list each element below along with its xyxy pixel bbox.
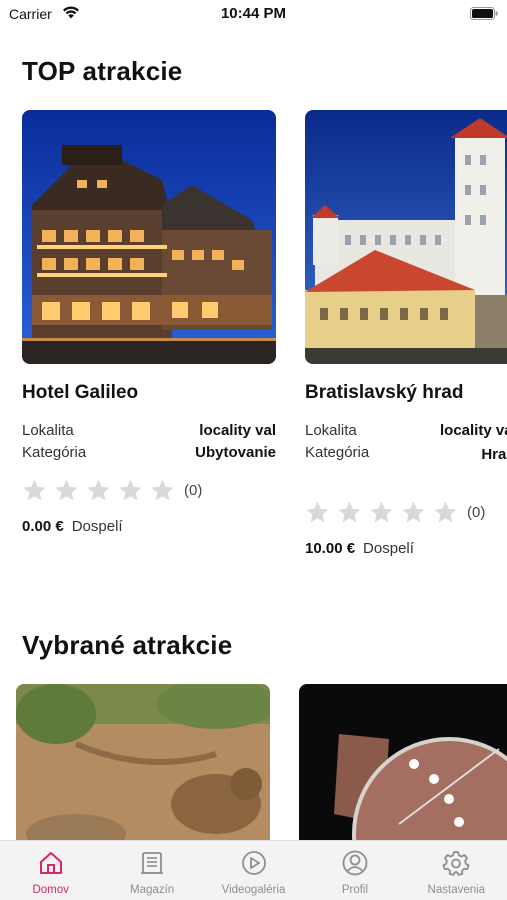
selected-attraction-card-bear[interactable] [16,684,270,840]
bratislava-castle-photo[interactable] [305,110,507,364]
tab-label: Nastavenia [427,884,486,896]
home-icon [39,852,62,874]
locality-label: Lokalita [305,422,357,439]
price-unit: Dospelí [71,518,123,535]
star-icon [23,479,46,500]
locality-label: Lokalita [22,422,74,439]
star-icon [151,479,174,500]
bottom-tab-bar: Domov Magazín Videogaléria Profil Nastav… [0,840,507,900]
status-bar: Carrier 10:44 PM [0,0,507,30]
star-icon [338,501,361,522]
tab-label: Domov [32,884,69,896]
category-row: Kategória Ubytovanie [22,444,276,464]
top-attractions-title: TOP atrakcie [22,56,183,86]
play-circle-icon [241,851,266,875]
clock-time: 10:44 PM [220,5,287,22]
category-value: Hrady, zámky, kaštiele [481,446,507,463]
attraction-name: Bratislavský hrad [305,382,464,403]
tab-label: Magazín [130,884,175,896]
price-value: 10.00 € [305,540,356,557]
tab-profil[interactable]: Profil [304,841,405,900]
rating: (0) [305,499,485,525]
selected-attraction-card-gauge[interactable] [299,684,507,840]
locality-row: Lokalita locality val [305,422,507,442]
locality-row: Lokalita locality val [22,422,276,442]
profile-icon [342,850,368,876]
attraction-card-bratislava-castle[interactable]: Bratislavský hrad Lokalita locality val … [305,110,507,557]
star-icon [55,479,78,500]
locality-value: locality val [440,422,507,439]
price-unit: Dospelí [363,540,414,557]
tab-domov[interactable]: Domov [0,841,101,900]
price-row: 10.00 € Dospelí [305,540,414,560]
gauge-photo [299,684,507,840]
star-icon [119,479,142,500]
category-label: Kategória [305,444,370,461]
tab-magazin[interactable]: Magazín [101,841,202,900]
magazine-icon [141,852,164,874]
star-icon [402,501,425,522]
battery-icon [470,7,498,20]
star-icon [370,501,393,522]
rating: (0) [22,477,202,503]
attraction-card-hotel-galileo[interactable]: Hotel Galileo Lokalita locality val Kate… [22,110,276,535]
tab-label: Videogaléria [221,884,286,896]
attraction-name: Hotel Galileo [22,382,139,403]
locality-value: locality val [199,422,276,439]
star-icon [434,501,457,522]
category-row: Kategória Hrady, zámky, kaštiele [305,444,507,464]
star-icon [87,479,110,500]
hotel-galileo-photo[interactable] [22,110,276,364]
rating-count: (0) [184,481,203,499]
category-label: Kategória [22,444,87,461]
tab-videogaleria[interactable]: Videogaléria [203,841,304,900]
tab-nastavenia[interactable]: Nastavenia [406,841,507,900]
rating-count: (0) [467,503,486,521]
top-attractions-carousel[interactable]: Hotel Galileo Lokalita locality val Kate… [0,110,507,570]
bear-photo [16,684,270,840]
selected-attractions-title: Vybrané atrakcie [22,630,233,660]
gear-icon [442,851,470,876]
price-value: 0.00 € [22,518,64,535]
selected-attractions-carousel[interactable] [0,684,507,840]
price-row: 0.00 € Dospelí [22,518,123,538]
star-icon [306,501,329,522]
category-value: Ubytovanie [195,444,276,461]
tab-label: Profil [341,884,369,896]
